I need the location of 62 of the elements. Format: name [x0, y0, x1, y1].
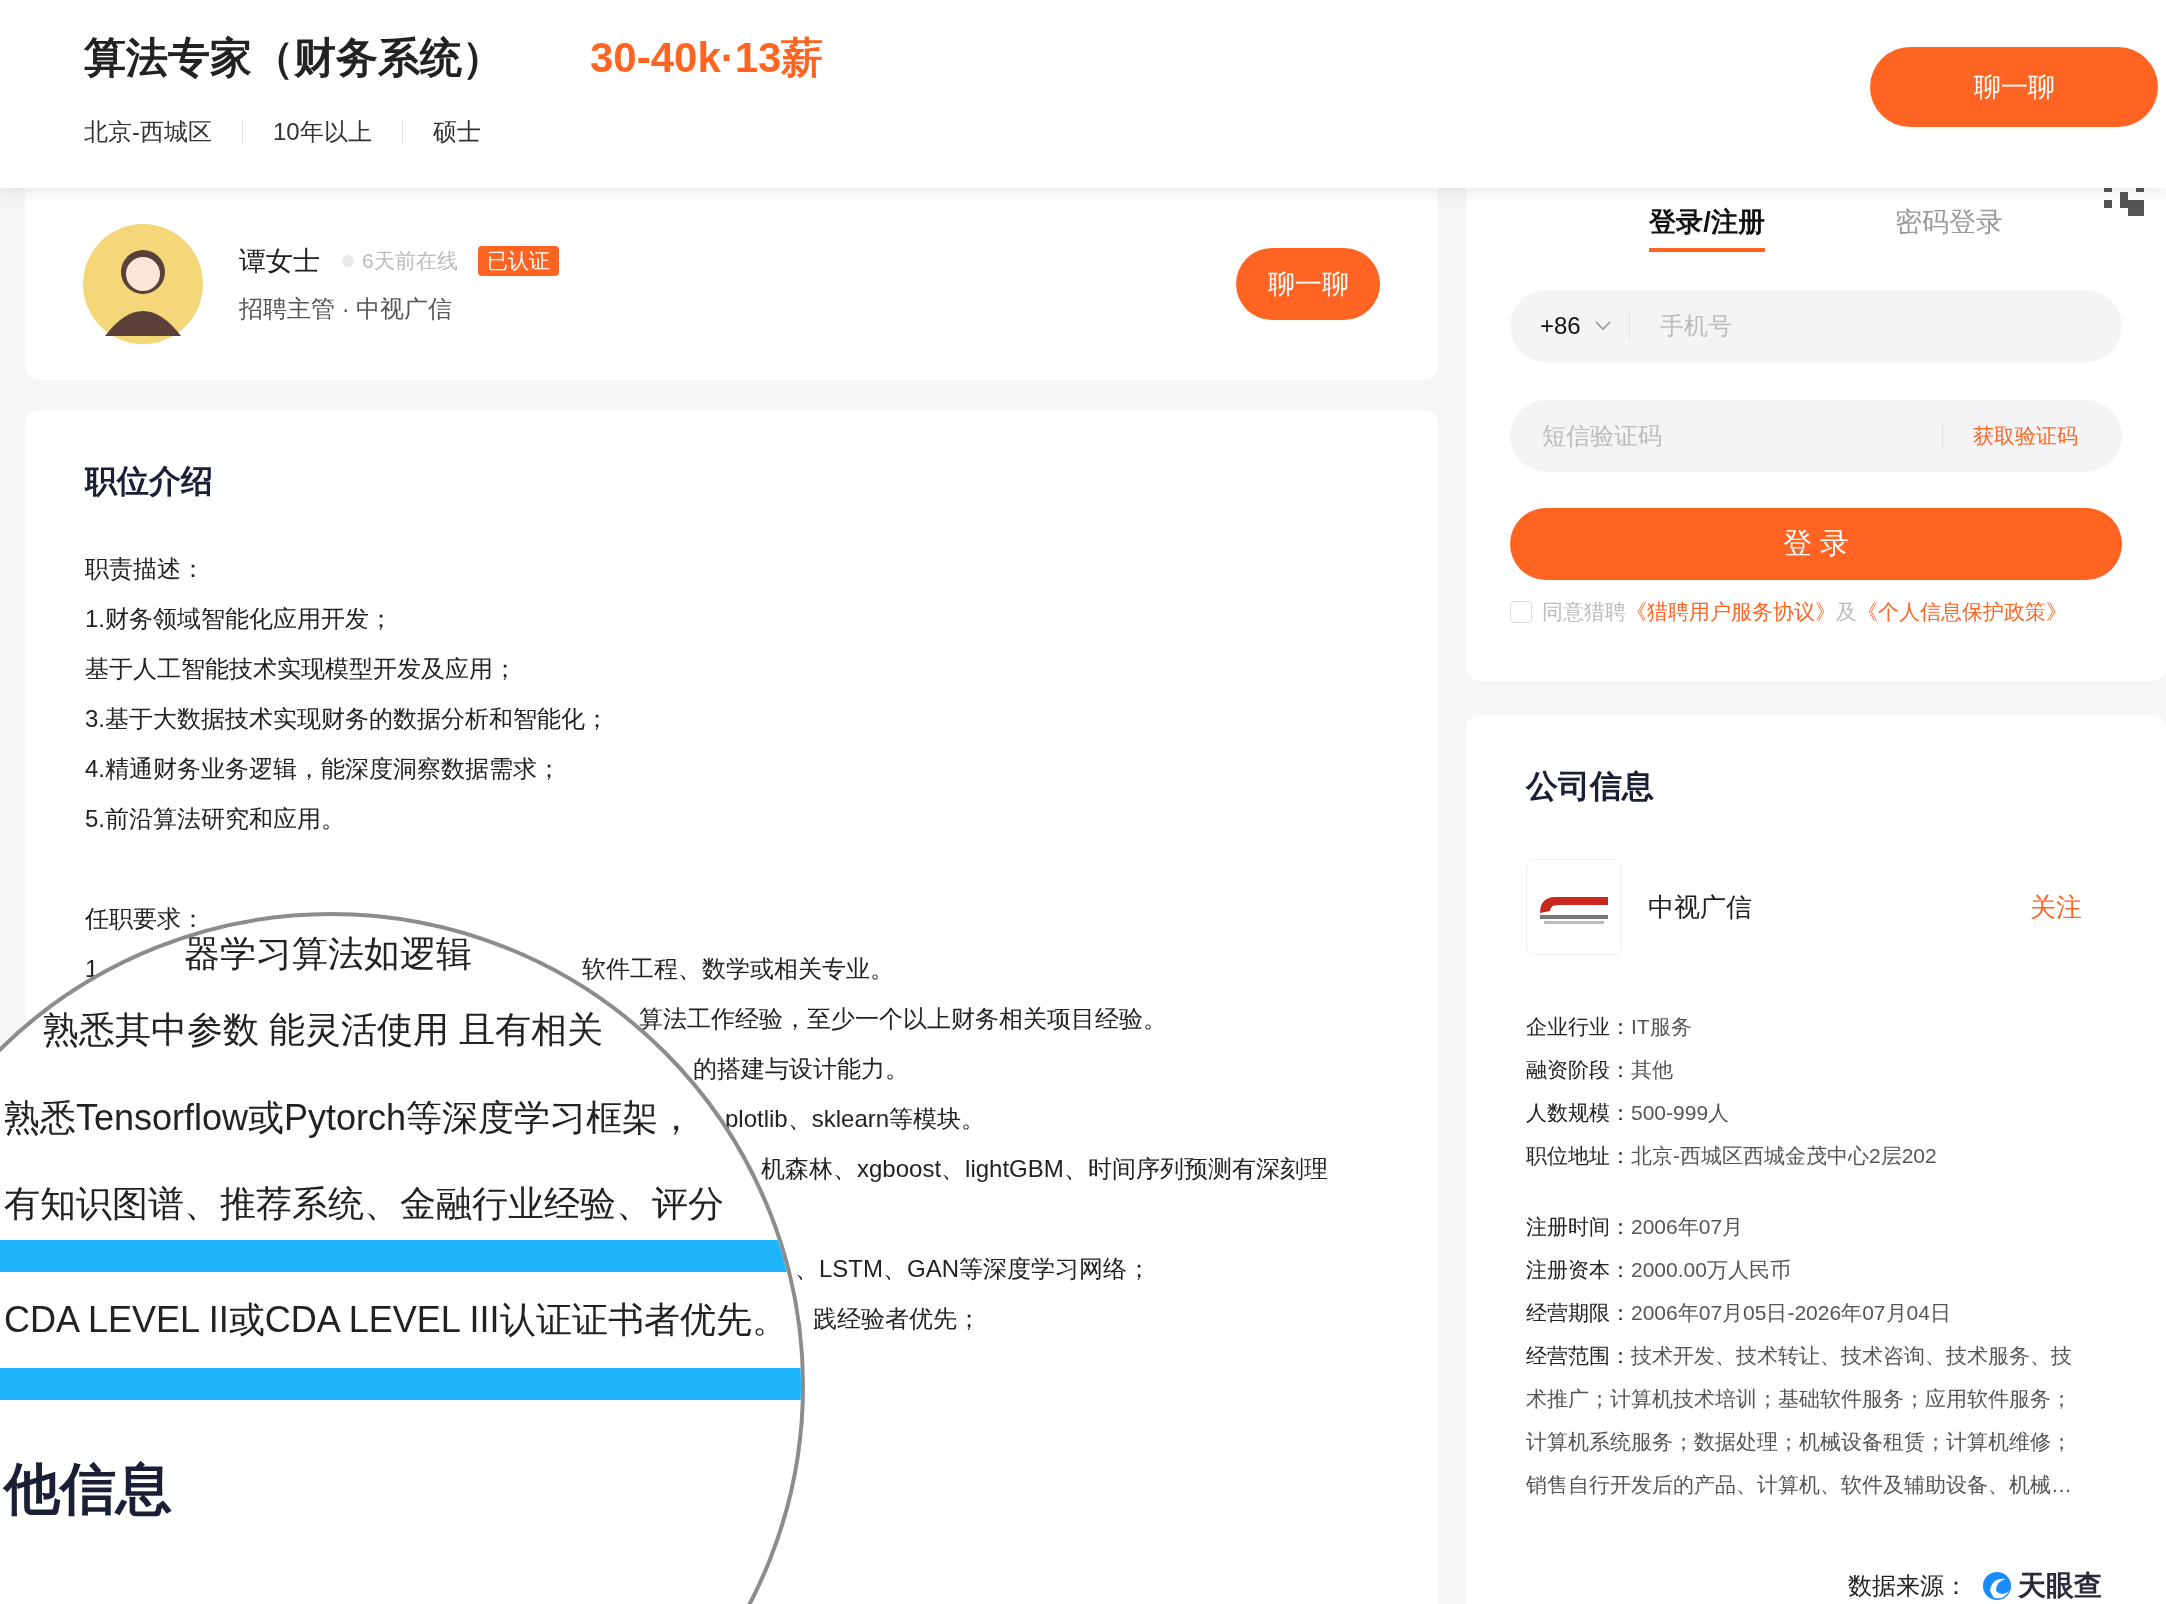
description-line: 4.精通财务业务逻辑，能深度洞察数据需求； — [85, 754, 561, 784]
company-logo[interactable] — [1526, 859, 1622, 955]
description-line: 基于人工智能技术实现模型开发及应用； — [85, 654, 517, 684]
description-text: 践经验者优先； — [813, 1305, 981, 1332]
info-row-text: 职位地址：北京-西城区西城金茂中心2层202 — [1526, 1143, 1938, 1169]
info-row-text: 经营期限：2006年07月05日-2026年07月04日 — [1526, 1300, 1952, 1326]
data-source-label: 数据来源： — [1848, 1571, 1968, 1601]
description-line: 任职要求： — [85, 904, 205, 934]
magnified-text: CDA LEVEL II或CDA LEVEL III认证证书者优先。 — [4, 1298, 788, 1342]
follow-link[interactable]: 关注 — [2030, 889, 2082, 925]
login-button[interactable]: 登 录 — [1510, 508, 2122, 580]
agree-checkbox[interactable] — [1510, 601, 1532, 623]
code-field[interactable]: 短信验证码 获取验证码 — [1510, 400, 2122, 472]
magnified-text: 熟悉Tensorflow或Pytorch等深度学习框架， — [4, 1096, 695, 1140]
description-line: 3.基于大数据技术实现财务的数据分析和智能化； — [85, 704, 609, 734]
job-title: 算法专家（财务系统） — [84, 33, 504, 83]
info-row-text: 注册资本：2000.00万人民币 — [1526, 1257, 1792, 1283]
job-tag: 北京-西城区 — [84, 116, 212, 148]
info-row-text: 注册时间：2006年07月 — [1526, 1214, 1745, 1240]
phone-input[interactable]: 手机号 — [1657, 311, 2092, 341]
agreement-link[interactable]: 《猎聘用户服务协议》 — [1626, 598, 1836, 626]
phone-field[interactable]: +86 手机号 — [1510, 290, 2122, 362]
section-title: 职位介绍 — [85, 462, 214, 501]
magnified-text: 有知识图谱、推荐系统、金融行业经验、评分 — [4, 1182, 724, 1226]
agreement-text: 同意猎聘 — [1542, 599, 1626, 625]
login-tab[interactable]: 登录/注册 — [1649, 204, 1765, 252]
job-tag: 10年以上 — [273, 116, 372, 148]
description-text: 软件工程、数学或相关专业。 — [582, 955, 895, 982]
info-row-text: 经营范围：技术开发、技术转让、技术咨询、技术服务、技术推广；计算机技术培训；基础软件服务；应用软件服务；计算机系统服务；数据处理；机械设备租赁；计算机维修；销售自行开发后的产品、计算机、软件及辅助设备、机械… — [1526, 1343, 2073, 1498]
info-row-text: 人数规模：500-999人 — [1526, 1100, 1731, 1126]
description-line: 5.前沿算法研究和应用。 — [85, 804, 345, 834]
magnified-text: 熟悉其中参数 能灵活使用 且有相关 — [43, 1008, 603, 1052]
agreement-text: 及 — [1836, 599, 1857, 625]
swirl-icon — [1982, 1571, 2012, 1601]
magnified-text: 器学习算法如逻辑 — [184, 932, 472, 976]
avatar-icon — [83, 224, 203, 344]
privacy-link[interactable]: 《个人信息保护政策》 — [1857, 598, 2067, 626]
recruiter-role: 招聘主管 · 中视广信 — [239, 294, 454, 324]
description-text: plotlib、sklearn等模块。 — [725, 1105, 986, 1132]
description-text: 的搭建与设计能力。 — [693, 1055, 909, 1082]
description-line: 1.财务领域智能化应用开发； — [85, 604, 393, 634]
chat-button[interactable]: 聊一聊 — [1870, 47, 2158, 127]
salary: 30-40k·13薪 — [590, 33, 824, 83]
company-name[interactable]: 中视广信 — [1648, 889, 2030, 925]
chevron-down-icon — [1594, 321, 1611, 331]
verified-badge: 已认证 — [477, 246, 559, 276]
description-text: 、LSTM、GAN等深度学习网络； — [795, 1255, 1151, 1282]
description-line: 职责描述： — [85, 554, 205, 584]
get-code-link[interactable]: 获取验证码 — [1973, 422, 2078, 450]
online-status: 6天前在线 — [362, 248, 458, 274]
recruiter-name: 谭女士 — [239, 245, 320, 278]
info-row-text: 融资阶段：其他 — [1526, 1057, 1674, 1083]
login-tab[interactable]: 密码登录 — [1894, 204, 2003, 252]
magnified-heading: 他信息 — [4, 1456, 172, 1522]
section-title: 公司信息 — [1526, 767, 1655, 806]
chat-button[interactable]: 聊一聊 — [1236, 248, 1380, 320]
job-tag: 硕士 — [432, 116, 481, 148]
description-text: 机森林、xgboost、lightGBM、时间序列预测有深刻理 — [761, 1155, 1328, 1182]
info-row-text: 企业行业：IT服务 — [1526, 1014, 1693, 1040]
description-text: 算法工作经验，至少一个以上财务相关项目经验。 — [639, 1005, 1167, 1032]
data-source-name: 天眼查 — [2018, 1569, 2102, 1603]
code-input[interactable]: 短信验证码 — [1540, 421, 1942, 451]
